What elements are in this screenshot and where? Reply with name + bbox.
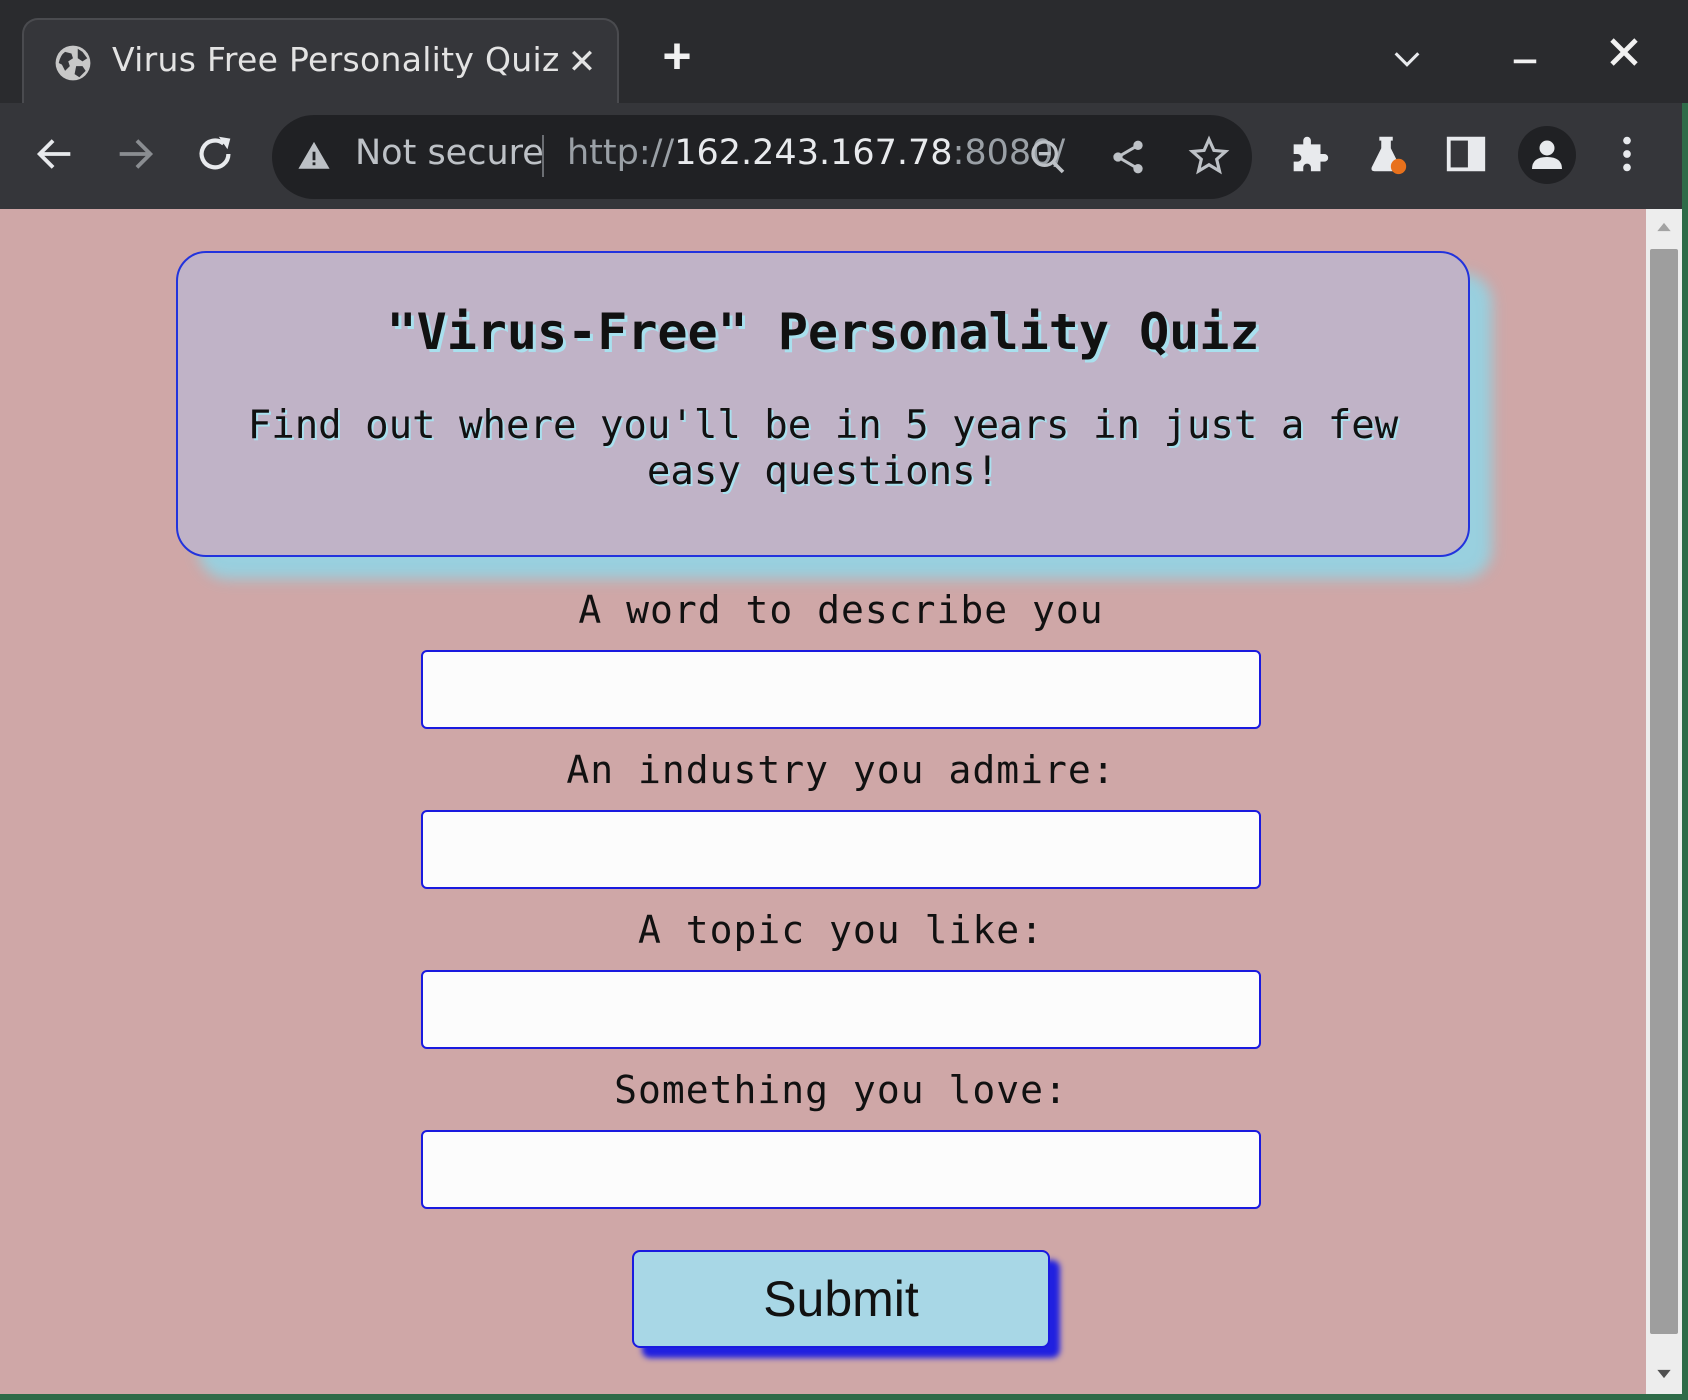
close-icon[interactable]: ✕ xyxy=(564,44,600,80)
scroll-down-arrow-icon[interactable] xyxy=(1654,1364,1674,1384)
tab-title: Virus Free Personality Quiz xyxy=(112,40,560,79)
vertical-scrollbar[interactable] xyxy=(1646,209,1682,1394)
labs-flask-icon[interactable] xyxy=(1364,131,1410,177)
tab-strip: Virus Free Personality Quiz ✕ + xyxy=(0,0,1688,103)
address-bar[interactable]: Not secure http://162.243.167.78:8080/ xyxy=(272,115,1252,199)
page-subtitle: Find out where you'll be in 5 years in j… xyxy=(247,403,1399,494)
describe-word-input[interactable] xyxy=(421,650,1261,729)
person-icon xyxy=(1532,140,1562,169)
bookmark-star-icon[interactable] xyxy=(1188,135,1230,177)
url-scheme: http:// xyxy=(567,133,675,173)
extensions-puzzle-icon[interactable] xyxy=(1286,131,1332,177)
forward-arrow-icon[interactable] xyxy=(112,131,158,177)
scroll-up-arrow-icon[interactable] xyxy=(1654,217,1674,237)
more-menu-icon[interactable] xyxy=(1604,131,1650,177)
window-close-icon[interactable] xyxy=(1606,34,1642,70)
back-arrow-icon[interactable] xyxy=(32,131,78,177)
browser-toolbar: Not secure http://162.243.167.78:8080/ xyxy=(0,103,1688,209)
chevron-down-icon[interactable] xyxy=(1390,42,1424,76)
profile-avatar[interactable] xyxy=(1518,126,1576,184)
warning-icon[interactable] xyxy=(296,139,332,173)
topic-input[interactable] xyxy=(421,970,1261,1049)
browser-window: Virus Free Personality Quiz ✕ + Not secu… xyxy=(0,0,1688,1400)
scrollbar-thumb[interactable] xyxy=(1650,249,1678,1334)
field-label-love: Something you love: xyxy=(614,1068,1068,1112)
browser-tab[interactable]: Virus Free Personality Quiz ✕ xyxy=(22,18,619,103)
zoom-out-icon[interactable] xyxy=(1028,137,1068,177)
side-panel-icon[interactable] xyxy=(1443,131,1489,177)
window-edge xyxy=(1682,103,1688,1394)
share-icon[interactable] xyxy=(1108,137,1148,177)
desktop-strip xyxy=(0,1394,1688,1400)
love-input[interactable] xyxy=(421,1130,1261,1209)
url-host: 162.243.167.78 xyxy=(674,133,953,173)
field-label-word: A word to describe you xyxy=(578,588,1104,632)
reload-icon[interactable] xyxy=(192,131,238,177)
new-tab-button[interactable]: + xyxy=(655,31,699,81)
security-status[interactable]: Not secure xyxy=(355,133,544,173)
submit-button[interactable]: Submit xyxy=(632,1250,1050,1348)
address-divider xyxy=(542,135,544,177)
minimize-icon[interactable] xyxy=(1510,42,1540,72)
url-text[interactable]: http://162.243.167.78:8080/ xyxy=(567,133,1065,173)
quiz-header-card: "Virus-Free" Personality Quiz Find out w… xyxy=(176,251,1470,557)
globe-icon xyxy=(55,45,91,81)
field-label-topic: A topic you like: xyxy=(638,908,1044,952)
industry-input[interactable] xyxy=(421,810,1261,889)
page-title: "Virus-Free" Personality Quiz xyxy=(386,303,1260,361)
page-viewport: "Virus-Free" Personality Quiz Find out w… xyxy=(0,209,1646,1394)
field-label-industry: An industry you admire: xyxy=(566,748,1116,792)
